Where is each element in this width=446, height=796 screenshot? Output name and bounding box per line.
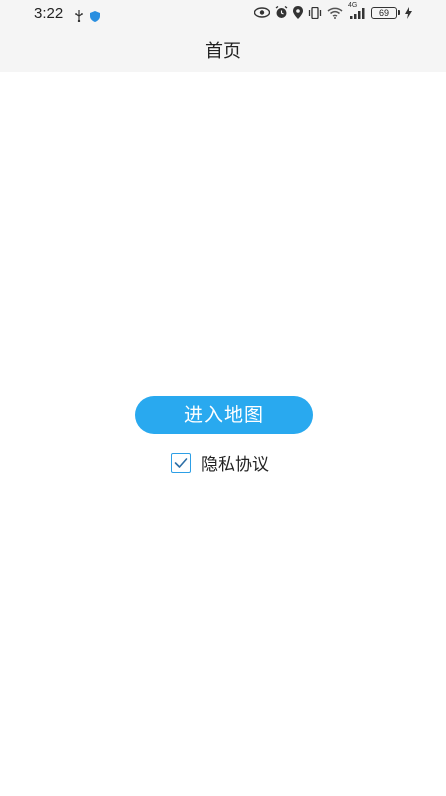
- wifi-icon: [327, 7, 343, 19]
- network-type-label: 4G: [348, 1, 358, 9]
- status-bar: 3:22 4G 69: [0, 0, 446, 28]
- alarm-icon: [275, 6, 288, 19]
- eye-icon: [254, 7, 270, 18]
- vibrate-icon: [308, 6, 322, 19]
- status-right-icons: 4G 69: [254, 2, 412, 19]
- location-icon: [293, 6, 303, 19]
- status-left-icons: [74, 7, 100, 26]
- privacy-label[interactable]: 隐私协议: [201, 450, 269, 475]
- status-time: 3:22: [34, 5, 64, 22]
- battery-level: 69: [371, 6, 397, 19]
- usb-icon: [74, 7, 84, 26]
- shield-icon: [90, 7, 100, 26]
- charging-icon: [405, 6, 412, 19]
- privacy-agreement[interactable]: 隐私协议: [171, 450, 269, 475]
- privacy-checkbox[interactable]: [171, 452, 191, 473]
- enter-map-button[interactable]: 进入地图: [135, 396, 313, 434]
- page-title: 首页: [205, 41, 241, 62]
- signal-icon: 4G: [348, 2, 366, 19]
- battery-icon: 69: [371, 6, 400, 19]
- app-bar: 首页: [0, 28, 446, 72]
